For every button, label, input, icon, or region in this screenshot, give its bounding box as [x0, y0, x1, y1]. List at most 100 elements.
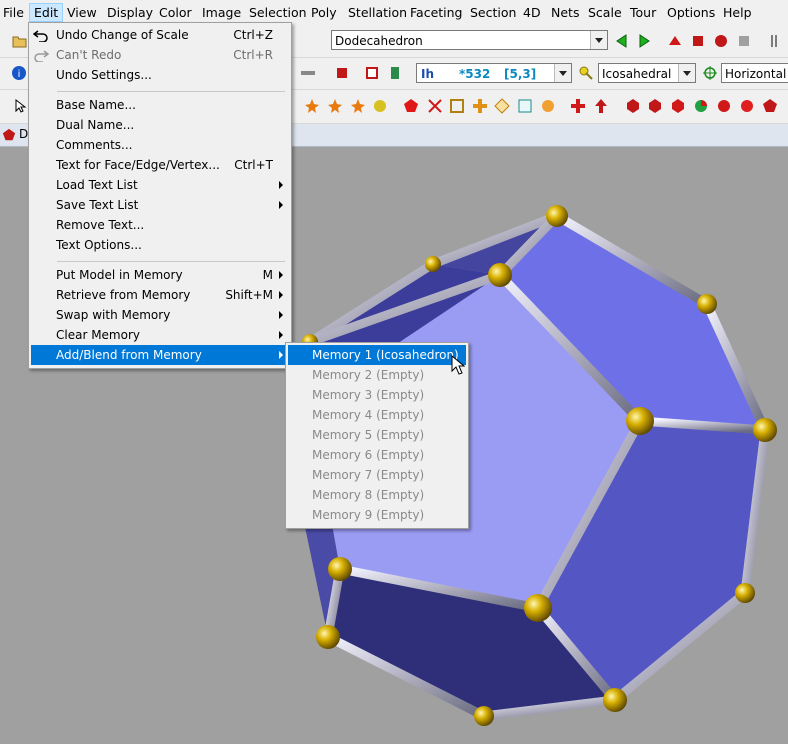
star-shape-icon-4[interactable]	[372, 98, 388, 114]
menu-4d[interactable]: 4D	[523, 5, 541, 20]
net-icon[interactable]	[449, 98, 465, 114]
poly-red-icon-3[interactable]	[670, 98, 686, 114]
put-model-in-memory-menu-item[interactable]: Put Model in Memory M	[31, 265, 289, 285]
menu-edit[interactable]: Edit	[29, 3, 64, 22]
tab-label[interactable]: D	[19, 127, 28, 141]
plus-red-icon[interactable]	[570, 98, 586, 114]
save-text-list-menu-item[interactable]: Save Text List	[31, 195, 289, 215]
menu-view[interactable]: View	[67, 5, 97, 20]
crosshair-icon[interactable]	[702, 65, 718, 81]
star-shape-icon-3[interactable]	[350, 98, 366, 114]
menu-tour[interactable]: Tour	[630, 5, 656, 20]
menu-separator	[57, 261, 285, 262]
menu-nets[interactable]: Nets	[551, 5, 579, 20]
undo-settings-menu-item[interactable]: Undo Settings...	[31, 65, 289, 85]
dual-icon[interactable]	[690, 33, 706, 49]
text-for-face-menu-item[interactable]: Text for Face/Edge/Vertex... Ctrl+T	[31, 155, 289, 175]
layers-icon[interactable]	[388, 65, 404, 81]
toolbar-grip-icon	[771, 35, 777, 47]
redo-menu-item: Can't Redo Ctrl+R	[31, 45, 289, 65]
remove-text-menu-item[interactable]: Remove Text...	[31, 215, 289, 235]
previous-model-icon[interactable]	[614, 33, 630, 49]
symmetry-label: Ih	[421, 67, 435, 81]
bar-tool-icon[interactable]	[300, 65, 316, 81]
memory-3-item: Memory 3 (Empty)	[312, 388, 425, 402]
cube-outline-icon[interactable]	[364, 65, 380, 81]
square-outline-icon[interactable]	[517, 98, 533, 114]
comments-menu-item[interactable]: Comments...	[31, 135, 289, 155]
retrieve-from-memory-menu-item[interactable]: Retrieve from Memory Shift+M	[31, 285, 289, 305]
stellate-icon[interactable]	[667, 33, 683, 49]
clear-memory-menu-item[interactable]: Clear Memory	[31, 325, 289, 345]
symmetry-code: *532	[459, 67, 491, 81]
load-text-list-menu-item[interactable]: Load Text List	[31, 175, 289, 195]
poly-red-icon-2[interactable]	[647, 98, 663, 114]
memory-5-item: Memory 5 (Empty)	[312, 428, 425, 442]
memory-2-item: Memory 2 (Empty)	[312, 368, 425, 382]
pointer-icon[interactable]	[12, 98, 28, 114]
pinwheel-icon[interactable]	[427, 98, 443, 114]
poly-red-icon-4[interactable]	[762, 98, 778, 114]
key-icon[interactable]	[578, 65, 594, 81]
swap-with-memory-menu-item[interactable]: Swap with Memory	[31, 305, 289, 325]
model-name-select[interactable]: Dodecahedron	[331, 30, 608, 50]
cross-net-icon[interactable]	[472, 98, 488, 114]
memory-9-item: Memory 9 (Empty)	[312, 508, 425, 522]
menu-display[interactable]: Display	[107, 5, 153, 20]
add-blend-from-memory-menu-item[interactable]: Add/Blend from Memory	[31, 345, 289, 365]
redo-icon	[34, 50, 49, 62]
submenu-arrow-icon	[279, 181, 283, 189]
menu-section[interactable]: Section	[470, 5, 516, 20]
compound-icon[interactable]	[713, 33, 729, 49]
svg-text:i: i	[18, 69, 21, 80]
memory-1-item[interactable]: Memory 1 (Icosahedron)	[288, 345, 466, 365]
menu-scale[interactable]: Scale	[588, 5, 622, 20]
memory-8-item: Memory 8 (Empty)	[312, 488, 425, 502]
memory-7-item: Memory 7 (Empty)	[312, 468, 425, 482]
dual-name-menu-item[interactable]: Dual Name...	[31, 115, 289, 135]
cube-red-icon[interactable]	[334, 65, 350, 81]
star-shape-icon-1[interactable]	[304, 98, 320, 114]
menu-poly[interactable]: Poly	[311, 5, 337, 20]
menu-options[interactable]: Options	[667, 5, 715, 20]
sphere-orange-icon[interactable]	[540, 98, 556, 114]
memory-4-item: Memory 4 (Empty)	[312, 408, 425, 422]
submenu-arrow-icon	[279, 351, 283, 359]
menu-help[interactable]: Help	[723, 5, 752, 20]
disabled-tool-icon	[739, 36, 749, 46]
group-select[interactable]: Icosahedral	[598, 63, 696, 83]
submenu-arrow-icon	[279, 291, 283, 299]
sphere-red-icon-1[interactable]	[716, 98, 732, 114]
undo-menu-item[interactable]: Undo Change of Scale Ctrl+Z	[31, 25, 289, 45]
dodecahedron-tab-icon	[2, 128, 16, 141]
poly-multicolor-icon[interactable]	[693, 98, 709, 114]
submenu-arrow-icon	[279, 311, 283, 319]
sphere-red-icon-2[interactable]	[739, 98, 755, 114]
next-model-icon[interactable]	[636, 33, 652, 49]
open-folder-icon[interactable]	[12, 33, 28, 49]
orientation-select[interactable]: Horizontal Re	[721, 63, 788, 83]
menu-stellation[interactable]: Stellation	[348, 5, 407, 20]
menu-image[interactable]: Image	[202, 5, 241, 20]
submenu-arrow-icon	[279, 201, 283, 209]
memory-6-item: Memory 6 (Empty)	[312, 448, 425, 462]
star-shape-icon-2[interactable]	[327, 98, 343, 114]
symmetry-schlafli: [5,3]	[504, 67, 537, 81]
menu-faceting[interactable]: Faceting	[410, 5, 463, 20]
menu-file[interactable]: File	[3, 5, 24, 20]
info-icon[interactable]: i	[11, 65, 27, 81]
menu-separator	[57, 91, 285, 92]
menu-color[interactable]: Color	[159, 5, 192, 20]
base-name-menu-item[interactable]: Base Name...	[31, 95, 289, 115]
diamond-icon[interactable]	[494, 98, 510, 114]
mouse-cursor-icon	[451, 355, 465, 375]
text-options-menu-item[interactable]: Text Options...	[31, 235, 289, 255]
pentagon-icon[interactable]	[403, 98, 419, 114]
submenu-arrow-icon	[279, 331, 283, 339]
arrow-up-red-icon[interactable]	[593, 98, 609, 114]
undo-icon	[33, 30, 48, 42]
memory-submenu: Memory 1 (Icosahedron) Memory 2 (Empty) …	[285, 342, 469, 529]
symmetry-field[interactable]: Ih *532 [5,3]	[416, 63, 572, 83]
menu-selection[interactable]: Selection	[249, 5, 307, 20]
poly-red-icon-1[interactable]	[625, 98, 641, 114]
